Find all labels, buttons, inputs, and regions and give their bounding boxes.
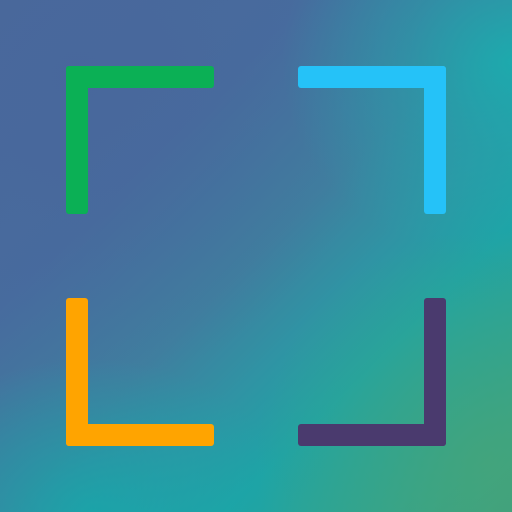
- top-left-corner-bracket-vertical-arm: [66, 66, 88, 214]
- bottom-right-corner-bracket-vertical-arm: [424, 298, 446, 446]
- bottom-right-corner-bracket-horizontal-arm: [298, 424, 446, 446]
- top-left-corner-bracket-shape: [66, 66, 214, 214]
- top-right-corner-bracket-horizontal-arm: [298, 66, 446, 88]
- bottom-left-corner-bracket-icon: [66, 298, 214, 446]
- top-left-corner-bracket-horizontal-arm: [66, 66, 214, 88]
- top-left-corner-bracket-icon: [66, 66, 214, 214]
- bottom-left-corner-bracket-horizontal-arm: [66, 424, 214, 446]
- top-right-corner-bracket-icon: [298, 66, 446, 214]
- bottom-right-corner-bracket-icon: [298, 298, 446, 446]
- bottom-left-corner-bracket-shape: [66, 298, 214, 446]
- fullscreen-icon-canvas: [0, 0, 512, 512]
- bottom-right-corner-bracket-shape: [298, 298, 446, 446]
- top-right-corner-bracket-vertical-arm: [424, 66, 446, 214]
- top-right-corner-bracket-shape: [298, 66, 446, 214]
- bottom-left-corner-bracket-vertical-arm: [66, 298, 88, 446]
